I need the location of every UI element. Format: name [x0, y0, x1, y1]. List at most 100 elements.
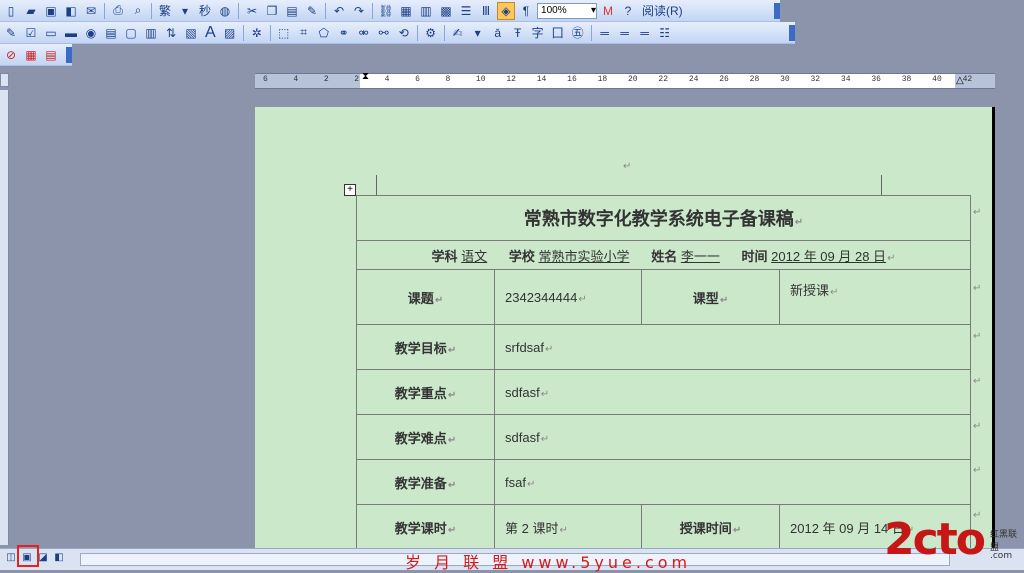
- redo-icon[interactable]: ↷: [350, 2, 368, 20]
- row-value: 新授课: [790, 283, 830, 298]
- new-document-icon[interactable]: ▯: [2, 2, 20, 20]
- rotate-icon[interactable]: ⟲: [395, 24, 413, 42]
- image-control-icon[interactable]: ▧: [182, 24, 200, 42]
- copy-icon[interactable]: ❐: [263, 2, 281, 20]
- tables-borders-icon[interactable]: ▦: [397, 2, 415, 20]
- font-a-icon[interactable]: A: [202, 24, 219, 42]
- enclose-char-icon[interactable]: ㊄: [569, 24, 587, 42]
- permission-icon[interactable]: ◧: [62, 2, 80, 20]
- table-cell[interactable]: sdfasf↵: [494, 414, 971, 460]
- table-cell[interactable]: srfdsaf↵: [494, 324, 971, 370]
- node-icon[interactable]: ⌗: [295, 24, 313, 42]
- table-cell[interactable]: 教学难点↵: [356, 414, 495, 460]
- table-cell[interactable]: 授课时间↵: [641, 504, 780, 550]
- table-cell[interactable]: 教学课时↵: [356, 504, 495, 550]
- frame-icon[interactable]: ▢: [122, 24, 140, 42]
- open-folder-icon[interactable]: ▰: [22, 2, 40, 20]
- listbox-icon[interactable]: ▤: [102, 24, 120, 42]
- insert-excel-icon[interactable]: ▩: [437, 2, 455, 20]
- columns-icon[interactable]: ☰: [457, 2, 475, 20]
- toolbar-options-icon[interactable]: [66, 46, 72, 63]
- paste-icon[interactable]: ▤: [283, 2, 301, 20]
- simplified-chinese-icon[interactable]: 秒: [196, 2, 214, 20]
- scroll-icon[interactable]: ▥: [142, 24, 160, 42]
- right-indent-marker-icon[interactable]: △: [956, 75, 964, 86]
- table-cell[interactable]: 教学重点↵: [356, 369, 495, 415]
- shape-icon[interactable]: ⬠: [315, 24, 333, 42]
- stop-icon[interactable]: ⊘: [2, 46, 20, 64]
- format-painter-icon[interactable]: ✎: [303, 2, 321, 20]
- subject-label: 学科: [431, 248, 458, 264]
- email-icon[interactable]: ✉: [82, 2, 100, 20]
- row-label: 课题: [407, 290, 434, 306]
- check-icon[interactable]: ☑: [22, 24, 40, 42]
- settings-icon[interactable]: ⚙: [422, 24, 440, 42]
- help-icon[interactable]: ?: [619, 2, 637, 20]
- table-cell[interactable]: sdfasf↵: [494, 369, 971, 415]
- research-icon[interactable]: ◍: [216, 2, 234, 20]
- insert-table-icon[interactable]: ▥: [417, 2, 435, 20]
- dropdown-arrow-icon[interactable]: ▾: [176, 2, 194, 20]
- zoom-select[interactable]: 100% ▾: [537, 2, 598, 19]
- document-map-icon[interactable]: ◈: [497, 1, 516, 20]
- select-icon[interactable]: ⬚: [275, 24, 293, 42]
- print-icon[interactable]: ⎙: [109, 2, 127, 20]
- row-value: srfdsaf: [505, 339, 545, 355]
- phonetic-icon[interactable]: ā: [489, 24, 507, 42]
- table-cell[interactable]: fsaf↵: [494, 459, 971, 505]
- undo-icon[interactable]: ↶: [330, 2, 348, 20]
- table-cell[interactable]: 课型↵: [641, 269, 780, 325]
- ruler-tick-label: 6: [263, 75, 268, 84]
- picture-icon[interactable]: ▨: [221, 24, 239, 42]
- tools-icon[interactable]: ✲: [248, 24, 266, 42]
- align-left-icon[interactable]: ═: [596, 24, 614, 42]
- spin-icon[interactable]: ⇅: [162, 24, 180, 42]
- strikethrough-icon[interactable]: Ŧ: [509, 24, 527, 42]
- normal-view-icon[interactable]: ◫: [4, 552, 18, 566]
- table-cell[interactable]: 第 2 课时↵: [494, 504, 642, 550]
- char-scale-icon[interactable]: 字: [529, 24, 547, 42]
- print-preview-icon[interactable]: ⌕: [129, 2, 147, 20]
- traditional-chinese-button[interactable]: 繁: [156, 2, 174, 20]
- row-value: fsaf: [505, 474, 526, 490]
- vertical-ruler[interactable]: [0, 90, 9, 545]
- ruler-tick-label: 6: [415, 75, 420, 84]
- toolbar-options-icon[interactable]: [774, 2, 780, 19]
- table-cell[interactable]: 2342344444↵: [494, 269, 642, 325]
- info-cell[interactable]: 学科 语文 学校 常熟市实验小学 姓名 李一一 时间 2012 年 09 月 2…: [356, 240, 971, 270]
- show-hide-icon[interactable]: ¶: [517, 2, 535, 20]
- table-cell[interactable]: 教学目标↵: [356, 324, 495, 370]
- textfield-icon[interactable]: ▭: [42, 24, 60, 42]
- title-cell[interactable]: 常熟市数字化教学系统电子备课稿↵: [356, 195, 971, 241]
- align-center-icon[interactable]: ═: [616, 24, 634, 42]
- border-char-icon[interactable]: 囗: [549, 24, 567, 42]
- hyperlink-icon[interactable]: ⛓: [377, 2, 395, 20]
- radio-icon[interactable]: ◉: [82, 24, 100, 42]
- table-cell[interactable]: 教学准备↵: [356, 459, 495, 505]
- align-right-icon[interactable]: ═: [636, 24, 654, 42]
- toolbar-options-icon[interactable]: [789, 24, 795, 41]
- table-cell[interactable]: 课题↵: [356, 269, 495, 325]
- table-cell[interactable]: 新授课↵: [779, 269, 971, 325]
- chevron-down-icon[interactable]: ▾: [469, 24, 487, 42]
- office-icon[interactable]: M: [599, 2, 617, 20]
- list-icon[interactable]: ☷: [656, 24, 674, 42]
- combo-icon[interactable]: ▬: [62, 24, 80, 42]
- document-page[interactable]: ↵ + 常熟市数字化教学系统电子备课稿↵ 学科 语文 学校 常熟市实验小学 姓名…: [255, 107, 995, 552]
- form-table-icon[interactable]: ▦: [22, 46, 40, 64]
- align-icon[interactable]: ⚯: [375, 24, 393, 42]
- form-record-icon[interactable]: ▤: [42, 46, 60, 64]
- save-icon[interactable]: ▣: [42, 2, 60, 20]
- reading-layout-view-icon[interactable]: ◧: [52, 552, 66, 566]
- edit-icon[interactable]: ✎: [2, 24, 20, 42]
- indent-marker-icon[interactable]: ⧗: [362, 71, 369, 82]
- group-icon[interactable]: ⚮: [355, 24, 373, 42]
- highlight-icon[interactable]: ✍: [449, 24, 467, 42]
- drawing-icon[interactable]: Ⅲ: [477, 2, 495, 20]
- connector-icon[interactable]: ⚭: [335, 24, 353, 42]
- table-move-handle-icon[interactable]: +: [344, 184, 356, 196]
- cut-icon[interactable]: ✂: [243, 2, 261, 20]
- tab-selector-button[interactable]: [0, 73, 9, 87]
- site-logo-caption: 红黑联盟: [990, 530, 1018, 553]
- read-button[interactable]: 阅读(R): [639, 2, 686, 20]
